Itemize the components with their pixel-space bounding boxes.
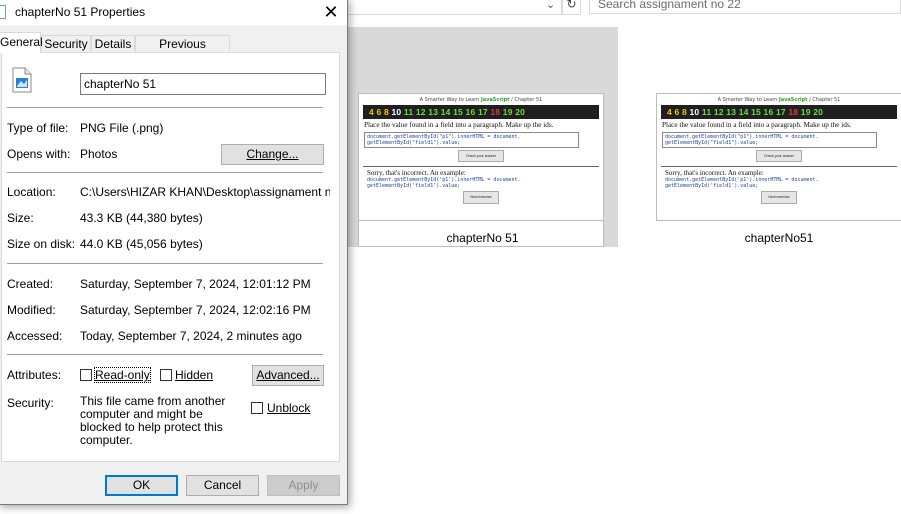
properties-dialog: chapterNo 51 Properties ✕ General Securi… <box>0 0 348 505</box>
attributes-label: Attributes: <box>7 368 62 382</box>
divider <box>7 354 323 355</box>
tab-previous-versions[interactable]: Previous Versions <box>135 35 230 67</box>
hidden-checkbox[interactable] <box>160 369 172 381</box>
created-value: Saturday, September 7, 2024, 12:01:12 PM <box>80 277 311 291</box>
ok-button[interactable]: OK <box>105 475 178 496</box>
modified-label: Modified: <box>7 303 56 317</box>
thumbnail-check-button: Check your answer <box>458 150 504 162</box>
thumbnail-example: document.getElementById('p1').innerHTML … <box>665 177 819 189</box>
size-value: 43.3 KB (44,380 bytes) <box>80 211 203 225</box>
type-value: PNG File (.png) <box>80 121 164 135</box>
thumbnail-task: Place the value found in a field into a … <box>662 121 852 129</box>
thumbnail-feedback: Sorry, that's incorrect. An example: <box>367 169 466 177</box>
opens-with-value: Photos <box>80 147 118 161</box>
png-file-icon <box>12 67 32 93</box>
thumbnail-next-button: Next exercise <box>761 191 797 204</box>
cancel-button[interactable]: Cancel <box>186 475 259 496</box>
thumbnail-header: A Smarter Way to Learn JavaScript / Chap… <box>419 97 543 103</box>
divider <box>7 107 323 108</box>
address-history-chevron-icon[interactable]: ⌄ <box>546 0 555 11</box>
unblock-checkbox[interactable] <box>251 402 263 414</box>
unblock-text: Unblock <box>267 401 311 415</box>
apply-button[interactable]: Apply <box>267 475 340 496</box>
file-thumbnail-chapterno51[interactable]: A Smarter Way to Learn JavaScript / Chap… <box>656 93 901 221</box>
divider <box>7 263 323 264</box>
address-bar[interactable] <box>346 0 562 15</box>
location-label: Location: <box>7 185 56 199</box>
thumbnail-divider <box>363 166 599 167</box>
thumbnail-code: document.getElementById("p1").innerHTML … <box>364 132 579 148</box>
image-file-icon <box>0 5 6 19</box>
read-only-checkbox[interactable] <box>80 369 92 381</box>
tab-details[interactable]: Details <box>91 35 135 51</box>
unblock-label[interactable]: Unblock <box>267 401 310 415</box>
thumbnail-next-button: Next exercise <box>463 191 499 204</box>
dialog-titlebar[interactable]: chapterNo 51 Properties ✕ <box>0 0 347 25</box>
change-button[interactable]: Change... <box>221 144 324 165</box>
thumbnail-code: document.getElementById("p1").innerHTML … <box>662 132 877 148</box>
file-name-field[interactable]: chapterNo 51 <box>80 73 326 95</box>
opens-with-label: Opens with: <box>7 147 71 161</box>
accessed-value: Today, September 7, 2024, 2 minutes ago <box>80 329 302 343</box>
thumbnail-divider <box>661 166 897 167</box>
location-value: C:\Users\HIZAR KHAN\Desktop\assignament … <box>80 185 330 199</box>
size-on-disk-label: Size on disk: <box>7 237 76 251</box>
thumbnail-header: A Smarter Way to Learn JavaScript / Chap… <box>717 97 841 103</box>
change-button-label: Change... <box>246 147 299 161</box>
modified-value: Saturday, September 7, 2024, 12:02:16 PM <box>80 303 311 317</box>
read-only-label[interactable]: Read-only <box>94 367 151 383</box>
tab-security[interactable]: Security <box>41 35 91 51</box>
hidden-label[interactable]: Hidden <box>175 368 213 382</box>
dialog-title: chapterNo 51 Properties <box>15 5 146 19</box>
advanced-button[interactable]: Advanced... <box>252 365 324 386</box>
hidden-text: Hidden <box>175 368 214 382</box>
tab-general[interactable]: General <box>0 32 43 53</box>
type-label: Type of file: <box>7 121 69 135</box>
read-only-text: Read-only <box>95 368 150 382</box>
security-label: Security: <box>7 396 54 410</box>
refresh-button[interactable]: ↻ <box>562 0 581 15</box>
divider <box>7 172 323 173</box>
size-label: Size: <box>7 211 34 225</box>
thumbnail-chapter-bar: 4 6 8 10 11 12 13 14 15 16 17 18 19 20 <box>661 105 897 119</box>
search-input[interactable]: Search assignament no 22 <box>589 0 901 14</box>
security-message: This file came from another computer and… <box>80 394 226 447</box>
file-name-label[interactable]: chapterNo 51 <box>347 231 618 245</box>
file-thumbnail-chapterno-51: A Smarter Way to Learn JavaScript / Chap… <box>358 93 604 221</box>
thumbnail-example: document.getElementById('p1').innerHTML … <box>367 177 521 189</box>
advanced-button-label: Advanced... <box>256 368 320 382</box>
created-label: Created: <box>7 277 54 291</box>
file-name-label[interactable]: chapterNo51 <box>656 231 901 245</box>
accessed-label: Accessed: <box>7 329 63 343</box>
thumbnail-feedback: Sorry, that's incorrect. An example: <box>665 169 764 177</box>
size-on-disk-value: 44.0 KB (45,056 bytes) <box>80 237 203 251</box>
close-icon[interactable]: ✕ <box>317 0 345 24</box>
thumbnail-task: Place the value found in a field into a … <box>364 121 554 129</box>
thumbnail-check-button: Check your answer <box>756 150 802 162</box>
thumbnail-chapter-bar: 4 6 8 10 11 12 13 14 15 16 17 18 19 20 <box>363 105 599 119</box>
